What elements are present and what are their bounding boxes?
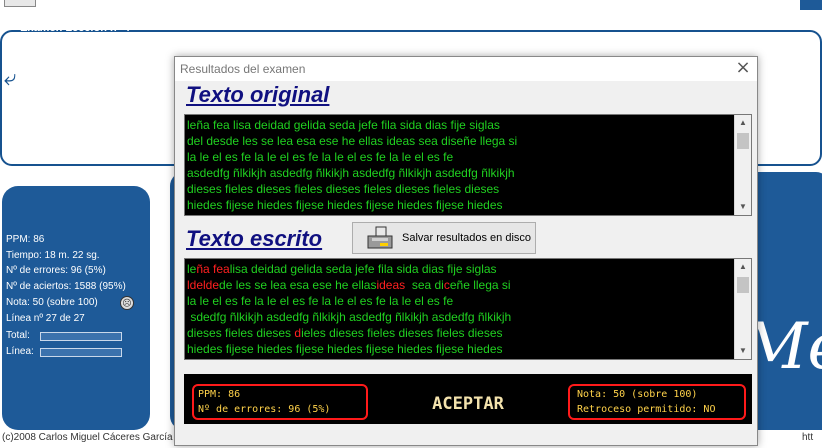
total-progress-label: Total: (6, 330, 30, 341)
correct-segment: dieses fieles dieses (187, 326, 295, 340)
original-scrollbar[interactable]: ▲ ▼ (734, 115, 751, 215)
copyright-text: (c)2008 Carlos Miguel Cáceres García (2, 432, 173, 443)
return-arrow-icon: ⤶ (4, 66, 17, 91)
scroll-down-icon[interactable]: ▼ (735, 343, 751, 359)
scroll-up-icon[interactable]: ▲ (735, 259, 751, 275)
scroll-thumb[interactable] (737, 277, 749, 293)
link-text[interactable]: htt (802, 432, 813, 443)
scroll-up-icon[interactable]: ▲ (735, 115, 751, 131)
close-icon[interactable]: × (734, 58, 752, 78)
correct-segment: hiedes fijese hiedes fijese hiedes fijes… (187, 342, 503, 356)
smiley-icon: ☹ (120, 296, 134, 310)
scroll-down-icon[interactable]: ▼ (735, 199, 751, 215)
total-progress-bar (40, 332, 122, 341)
correct-segment: lisa deidad gelida seda jefe fila sida d… (229, 262, 497, 276)
written-text-box[interactable]: leña fealisa deidad gelida seda jefe fil… (184, 258, 752, 360)
ppm-stat: PPM: 86 (6, 234, 45, 245)
scroll-thumb[interactable] (737, 133, 749, 149)
summary-grade: Nota: 50 (sobre 100) (577, 389, 698, 400)
line-progress-bar (40, 348, 122, 357)
line-progress-label: Línea: (6, 346, 34, 357)
summary-errors: Nº de errores: 96 (5%) (198, 404, 331, 415)
correct-segment: de les se lea esa ese he ellas (219, 278, 377, 292)
correct-segment: la le el es fe la le el es fe la le el e… (187, 294, 454, 308)
correct-segment: eñe llega si (449, 278, 511, 292)
original-text-line: dieses fieles dieses fieles dieses fiele… (187, 182, 500, 196)
correct-segment: le (187, 262, 197, 276)
written-text-line: dieses fieles dieses dieles dieses fiele… (187, 325, 503, 341)
top-strip (0, 0, 822, 10)
save-results-label: Salvar resultados en disco (402, 232, 532, 244)
written-text-line: sdedfg ñlkikjh asdedfg ñlkikjh asdedfg ñ… (187, 309, 511, 325)
original-text-box[interactable]: leña fea lisa deidad gelida seda jefe fi… (184, 114, 752, 216)
window-icon (4, 0, 36, 7)
original-text-line: del desde les se lea esa ese he ellas id… (187, 134, 518, 148)
error-segment: ña fea (196, 262, 230, 276)
error-segment: ideas (376, 278, 406, 292)
title-bar-accent (800, 0, 822, 10)
written-text-line: hiedes fijese hiedes fijese hiedes fijes… (187, 341, 503, 357)
correct-segment: ieles dieses fieles dieses fieles dieses (301, 326, 503, 340)
line-stat: Línea nº 27 de 27 (6, 313, 85, 324)
summary-backtrack: Retroceso permitido: NO (577, 404, 716, 415)
lesson-title: Examen Lección nº 4 (20, 22, 130, 34)
written-scrollbar[interactable]: ▲ ▼ (734, 259, 751, 359)
time-stat: Tiempo: 18 m. 22 sg. (6, 250, 100, 261)
error-segment: ldelde (187, 278, 220, 292)
accept-button[interactable]: ACEPTAR (412, 392, 524, 416)
written-text-line: ldeldede les se lea esa ese he ellasidea… (187, 277, 511, 293)
original-text-line: asdedfg ñlkikjh asdedfg ñlkikjh asdedfg … (187, 166, 515, 180)
original-text-line: hiedes fijese hiedes fijese hiedes fijes… (187, 198, 503, 212)
correct-segment: sea di (405, 278, 444, 292)
original-text-line: la le el es fe la le el es fe la le el e… (187, 150, 454, 164)
original-text-heading: Texto original (186, 82, 330, 107)
written-text-heading: Texto escrito (186, 226, 323, 251)
hits-stat: Nº de aciertos: 1588 (95%) (6, 281, 126, 292)
dialog-title: Resultados del examen (180, 62, 306, 76)
disk-save-icon (367, 226, 393, 249)
errors-stat: Nº de errores: 96 (5%) (6, 265, 106, 276)
grade-stat: Nota: 50 (sobre 100) (6, 297, 98, 308)
written-text-line: la le el es fe la le el es fe la le el e… (187, 293, 453, 309)
summary-ppm: PPM: 86 (198, 389, 241, 400)
correct-segment: sdedfg ñlkikjh asdedfg ñlkikjh asdedfg ñ… (187, 310, 512, 324)
written-text-line: leña fealisa deidad gelida seda jefe fil… (187, 261, 497, 277)
original-text-line: leña fea lisa deidad gelida seda jefe fi… (187, 118, 500, 132)
